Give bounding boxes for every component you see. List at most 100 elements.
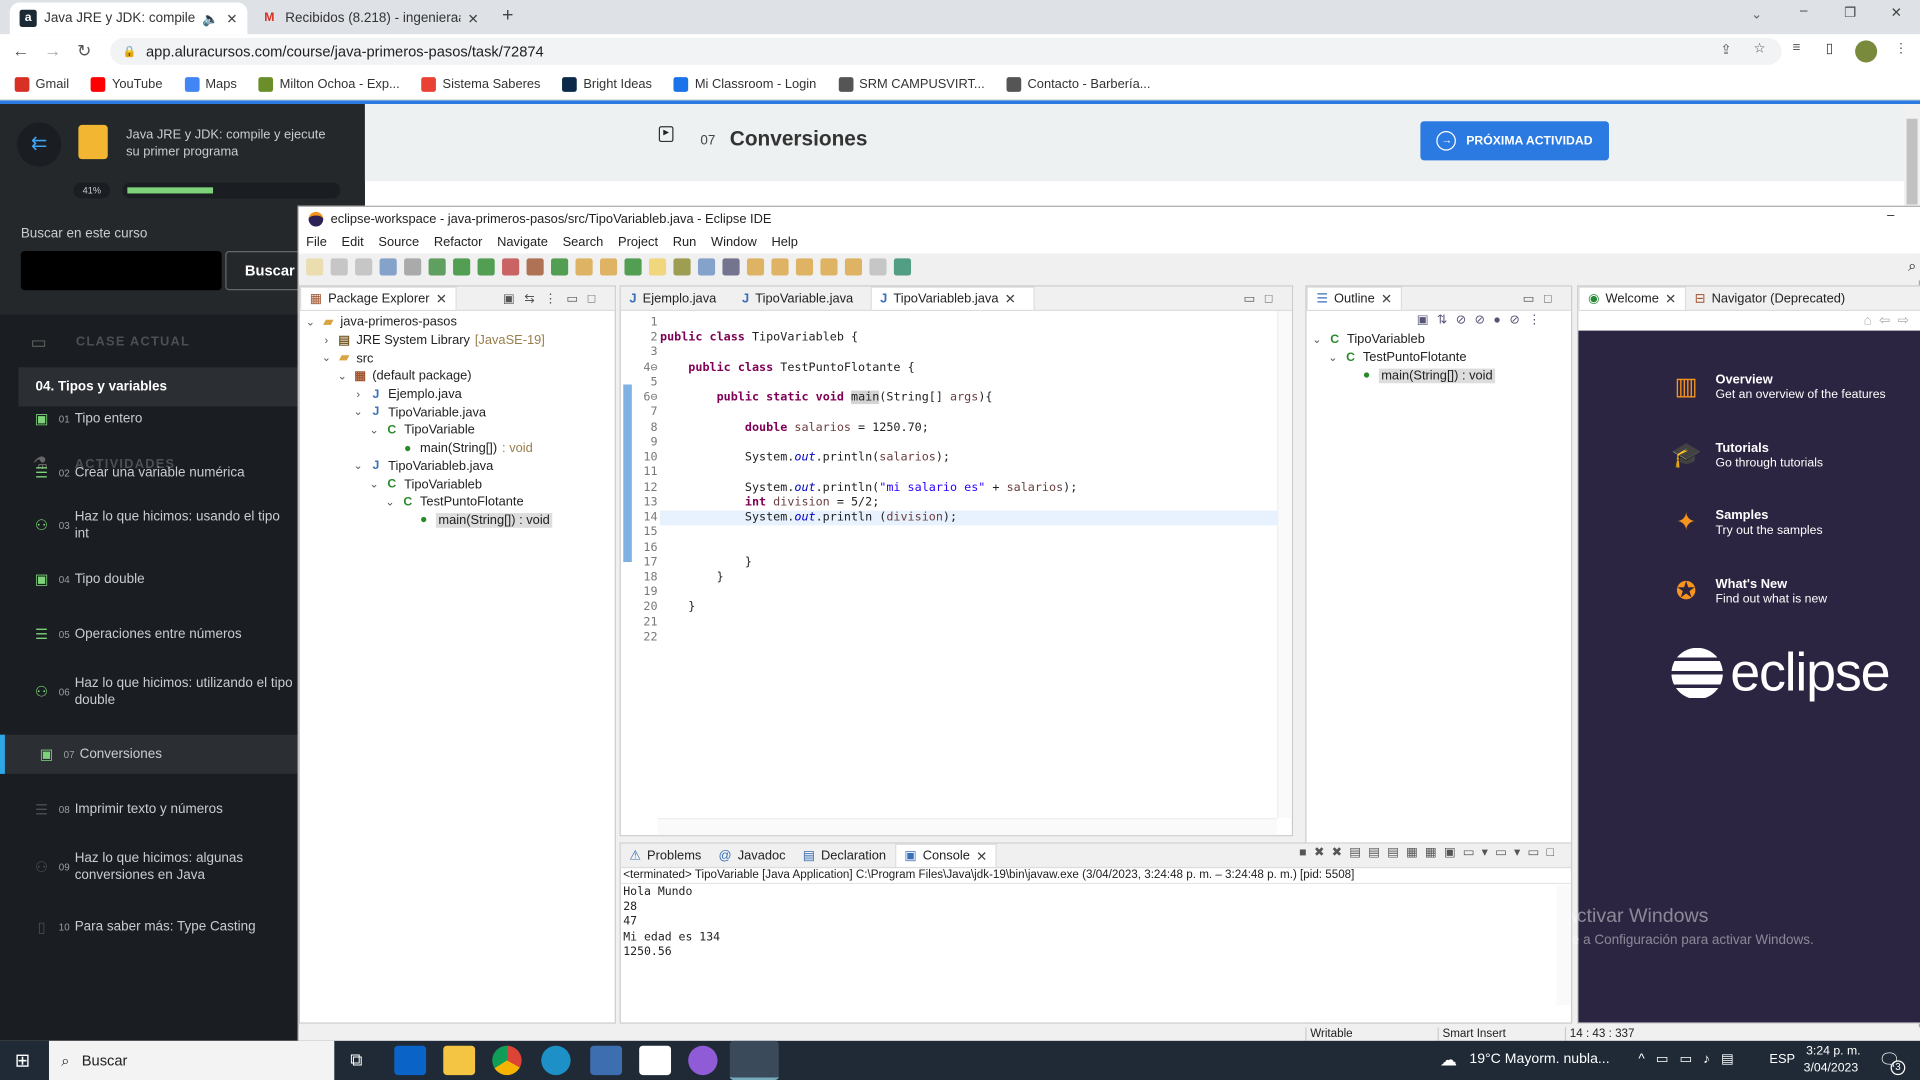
toolbar-button-icon[interactable]	[404, 258, 422, 276]
menu-search[interactable]: Search	[563, 235, 604, 250]
system-tray-icons[interactable]: ^▭▭♪▤	[1638, 1051, 1744, 1067]
chevron-down-icon[interactable]: ⌄	[369, 424, 380, 437]
new-tab-button[interactable]: +	[502, 5, 513, 27]
console-output[interactable]: Hola Mundo 28 47 Mi edad es 134 1250.56	[623, 885, 720, 960]
toolbar-button-icon[interactable]	[330, 258, 348, 276]
chevron-down-icon[interactable]: ⌄	[321, 352, 332, 365]
tree-item[interactable]: ● main(String[]) : void	[1311, 367, 1496, 385]
toolbar-button-icon[interactable]	[526, 258, 544, 276]
toolbar-button-icon[interactable]	[771, 258, 789, 276]
toolbar-button-icon[interactable]	[820, 258, 838, 276]
menu-source[interactable]: Source	[378, 235, 419, 250]
toolbar-button-icon[interactable]	[306, 258, 324, 276]
eclipse-taskbar-icon[interactable]	[729, 1040, 779, 1080]
code-line[interactable]: 12 System.out.println("mi salario es" + …	[621, 481, 1292, 496]
toolbar-button-icon[interactable]	[453, 258, 471, 276]
code-editor[interactable]: 1 2 public class TipoVariableb {3 4⊖ public…	[621, 311, 1292, 818]
back-icon[interactable]: ←	[12, 40, 29, 60]
editor-tab[interactable]: J TipoVariable.java	[733, 287, 870, 310]
bookmark-item[interactable]: Maps	[184, 76, 237, 92]
menu-navigate[interactable]: Navigate	[497, 235, 548, 250]
code-line[interactable]: 8 double salarios = 1250.70;	[621, 421, 1292, 436]
menu-file[interactable]: File	[306, 235, 327, 250]
bookmark-item[interactable]: SRM CAMPUSVIRT...	[838, 76, 985, 92]
course-search-input[interactable]	[20, 251, 222, 291]
chevron-right-icon[interactable]: ›	[321, 334, 332, 346]
chevron-down-icon[interactable]: ⌄	[353, 406, 364, 419]
bookmark-item[interactable]: YouTube	[91, 76, 162, 92]
menu-run[interactable]: Run	[673, 235, 697, 250]
activity-item[interactable]: ▣ 04 Tipo double	[0, 560, 298, 599]
menu-window[interactable]: Window	[711, 235, 757, 250]
next-activity-button[interactable]: → PRÓXIMA ACTIVIDAD	[1420, 121, 1609, 161]
tab-search-icon[interactable]: ⌄	[1751, 6, 1762, 22]
toolbar-button-icon[interactable]	[869, 258, 887, 276]
code-line[interactable]: 16	[621, 541, 1292, 556]
close-tab-icon[interactable]: ✕	[976, 848, 987, 864]
menu-icon[interactable]: ⋮	[1894, 40, 1907, 57]
close-tab-icon[interactable]: ✕	[436, 291, 447, 307]
tree-item[interactable]: ⌄ C TestPuntoFlotante	[305, 493, 552, 511]
code-line[interactable]: 1	[621, 316, 1292, 331]
close-tab-icon[interactable]: ✕	[1381, 291, 1392, 307]
audio-icon[interactable]: 🔈	[202, 10, 219, 27]
activity-item[interactable]: ☰ 02 Crear una variable numérica	[0, 453, 298, 492]
toolbar-button-icon[interactable]	[844, 258, 863, 276]
chevron-down-icon[interactable]: ⌄	[1327, 351, 1338, 364]
menu-help[interactable]: Help	[771, 235, 797, 250]
code-line[interactable]: 2 public class TipoVariableb {	[621, 331, 1292, 346]
profile-avatar[interactable]	[1855, 40, 1878, 63]
code-line[interactable]: 6⊖ public static void main(String[] args…	[621, 390, 1292, 406]
code-line[interactable]: 13 int division = 5/2;	[621, 496, 1292, 511]
reload-icon[interactable]: ↻	[77, 40, 91, 61]
chevron-down-icon[interactable]: ⌄	[353, 460, 364, 473]
code-line[interactable]: 14 System.out.println (division);	[621, 510, 1292, 526]
bookmark-star-icon[interactable]: ☆	[1753, 40, 1765, 57]
menu-project[interactable]: Project	[618, 235, 658, 250]
tree-item[interactable]: ⌄ J TipoVariableb.java	[305, 457, 552, 475]
code-line[interactable]: 17 }	[621, 556, 1292, 571]
mail-app-icon[interactable]	[394, 1045, 427, 1076]
code-line[interactable]: 11	[621, 466, 1292, 481]
tab-navigator[interactable]: ⊟ Navigator (Deprecated)	[1686, 287, 1854, 310]
code-line[interactable]: 4⊖ public class TestPuntoFlotante {	[621, 361, 1292, 376]
weather-text[interactable]: 19°C Mayorm. nubla...	[1469, 1052, 1609, 1067]
toolbar-button-icon[interactable]	[697, 258, 716, 276]
close-tab-icon[interactable]: ✕	[226, 10, 237, 27]
browser-tab-gmail[interactable]: M Recibidos (8.218) - ingenieraagri ✕	[251, 2, 489, 34]
code-line[interactable]: 22	[621, 631, 1292, 646]
tree-item[interactable]: ⌄ ▦ (default package)	[305, 367, 552, 385]
toolbar-button-icon[interactable]	[722, 258, 740, 276]
editor-vertical-scrollbar[interactable]	[1277, 311, 1292, 818]
code-line[interactable]: 20 }	[621, 601, 1292, 616]
toolbar-button-icon[interactable]	[624, 258, 642, 276]
toolbar-button-icon[interactable]	[673, 258, 691, 276]
editor-tab[interactable]: J TipoVariableb.java ✕	[870, 286, 1035, 310]
tree-item[interactable]: ⌄ C TipoVariableb	[1311, 331, 1495, 349]
bookmark-item[interactable]: Gmail	[14, 76, 69, 92]
search-icon[interactable]: ⌕	[1908, 257, 1916, 275]
tree-item[interactable]: ⌄ ▰ src	[305, 349, 552, 367]
share-icon[interactable]: ⇪	[1720, 42, 1731, 58]
code-line[interactable]: 9	[621, 436, 1292, 451]
language-indicator[interactable]: ESP	[1769, 1052, 1795, 1067]
forward-icon[interactable]: →	[44, 40, 61, 60]
activity-item[interactable]: ▯ 10 Para saber más: Type Casting	[0, 907, 298, 946]
collapse-menu-icon[interactable]: ⇇	[17, 122, 62, 167]
code-line[interactable]: 3	[621, 346, 1292, 361]
chrome-app-icon[interactable]	[492, 1045, 522, 1076]
code-line[interactable]: 19	[621, 586, 1292, 601]
toolbar-button-icon[interactable]	[648, 258, 667, 276]
code-line[interactable]: 21	[621, 616, 1292, 631]
code-line[interactable]: 18 }	[621, 571, 1292, 586]
tree-item[interactable]: ⌄ C TipoVariable	[305, 421, 552, 439]
bookmark-item[interactable]: Bright Ideas	[562, 76, 652, 92]
bookmark-item[interactable]: Mi Classroom - Login	[674, 76, 816, 92]
edge-app-icon[interactable]	[541, 1045, 571, 1076]
windows-start-icon[interactable]: ⊞	[15, 1049, 30, 1072]
tab-package-explorer[interactable]: ▦ Package Explorer ✕	[300, 286, 457, 310]
view-window-controls[interactable]: ▭□	[1523, 293, 1562, 306]
tree-item[interactable]: ● main(String[]) : void	[305, 511, 553, 529]
clock-time[interactable]: 3:24 p. m.	[1806, 1044, 1860, 1057]
toolbar-button-icon[interactable]	[551, 258, 569, 276]
